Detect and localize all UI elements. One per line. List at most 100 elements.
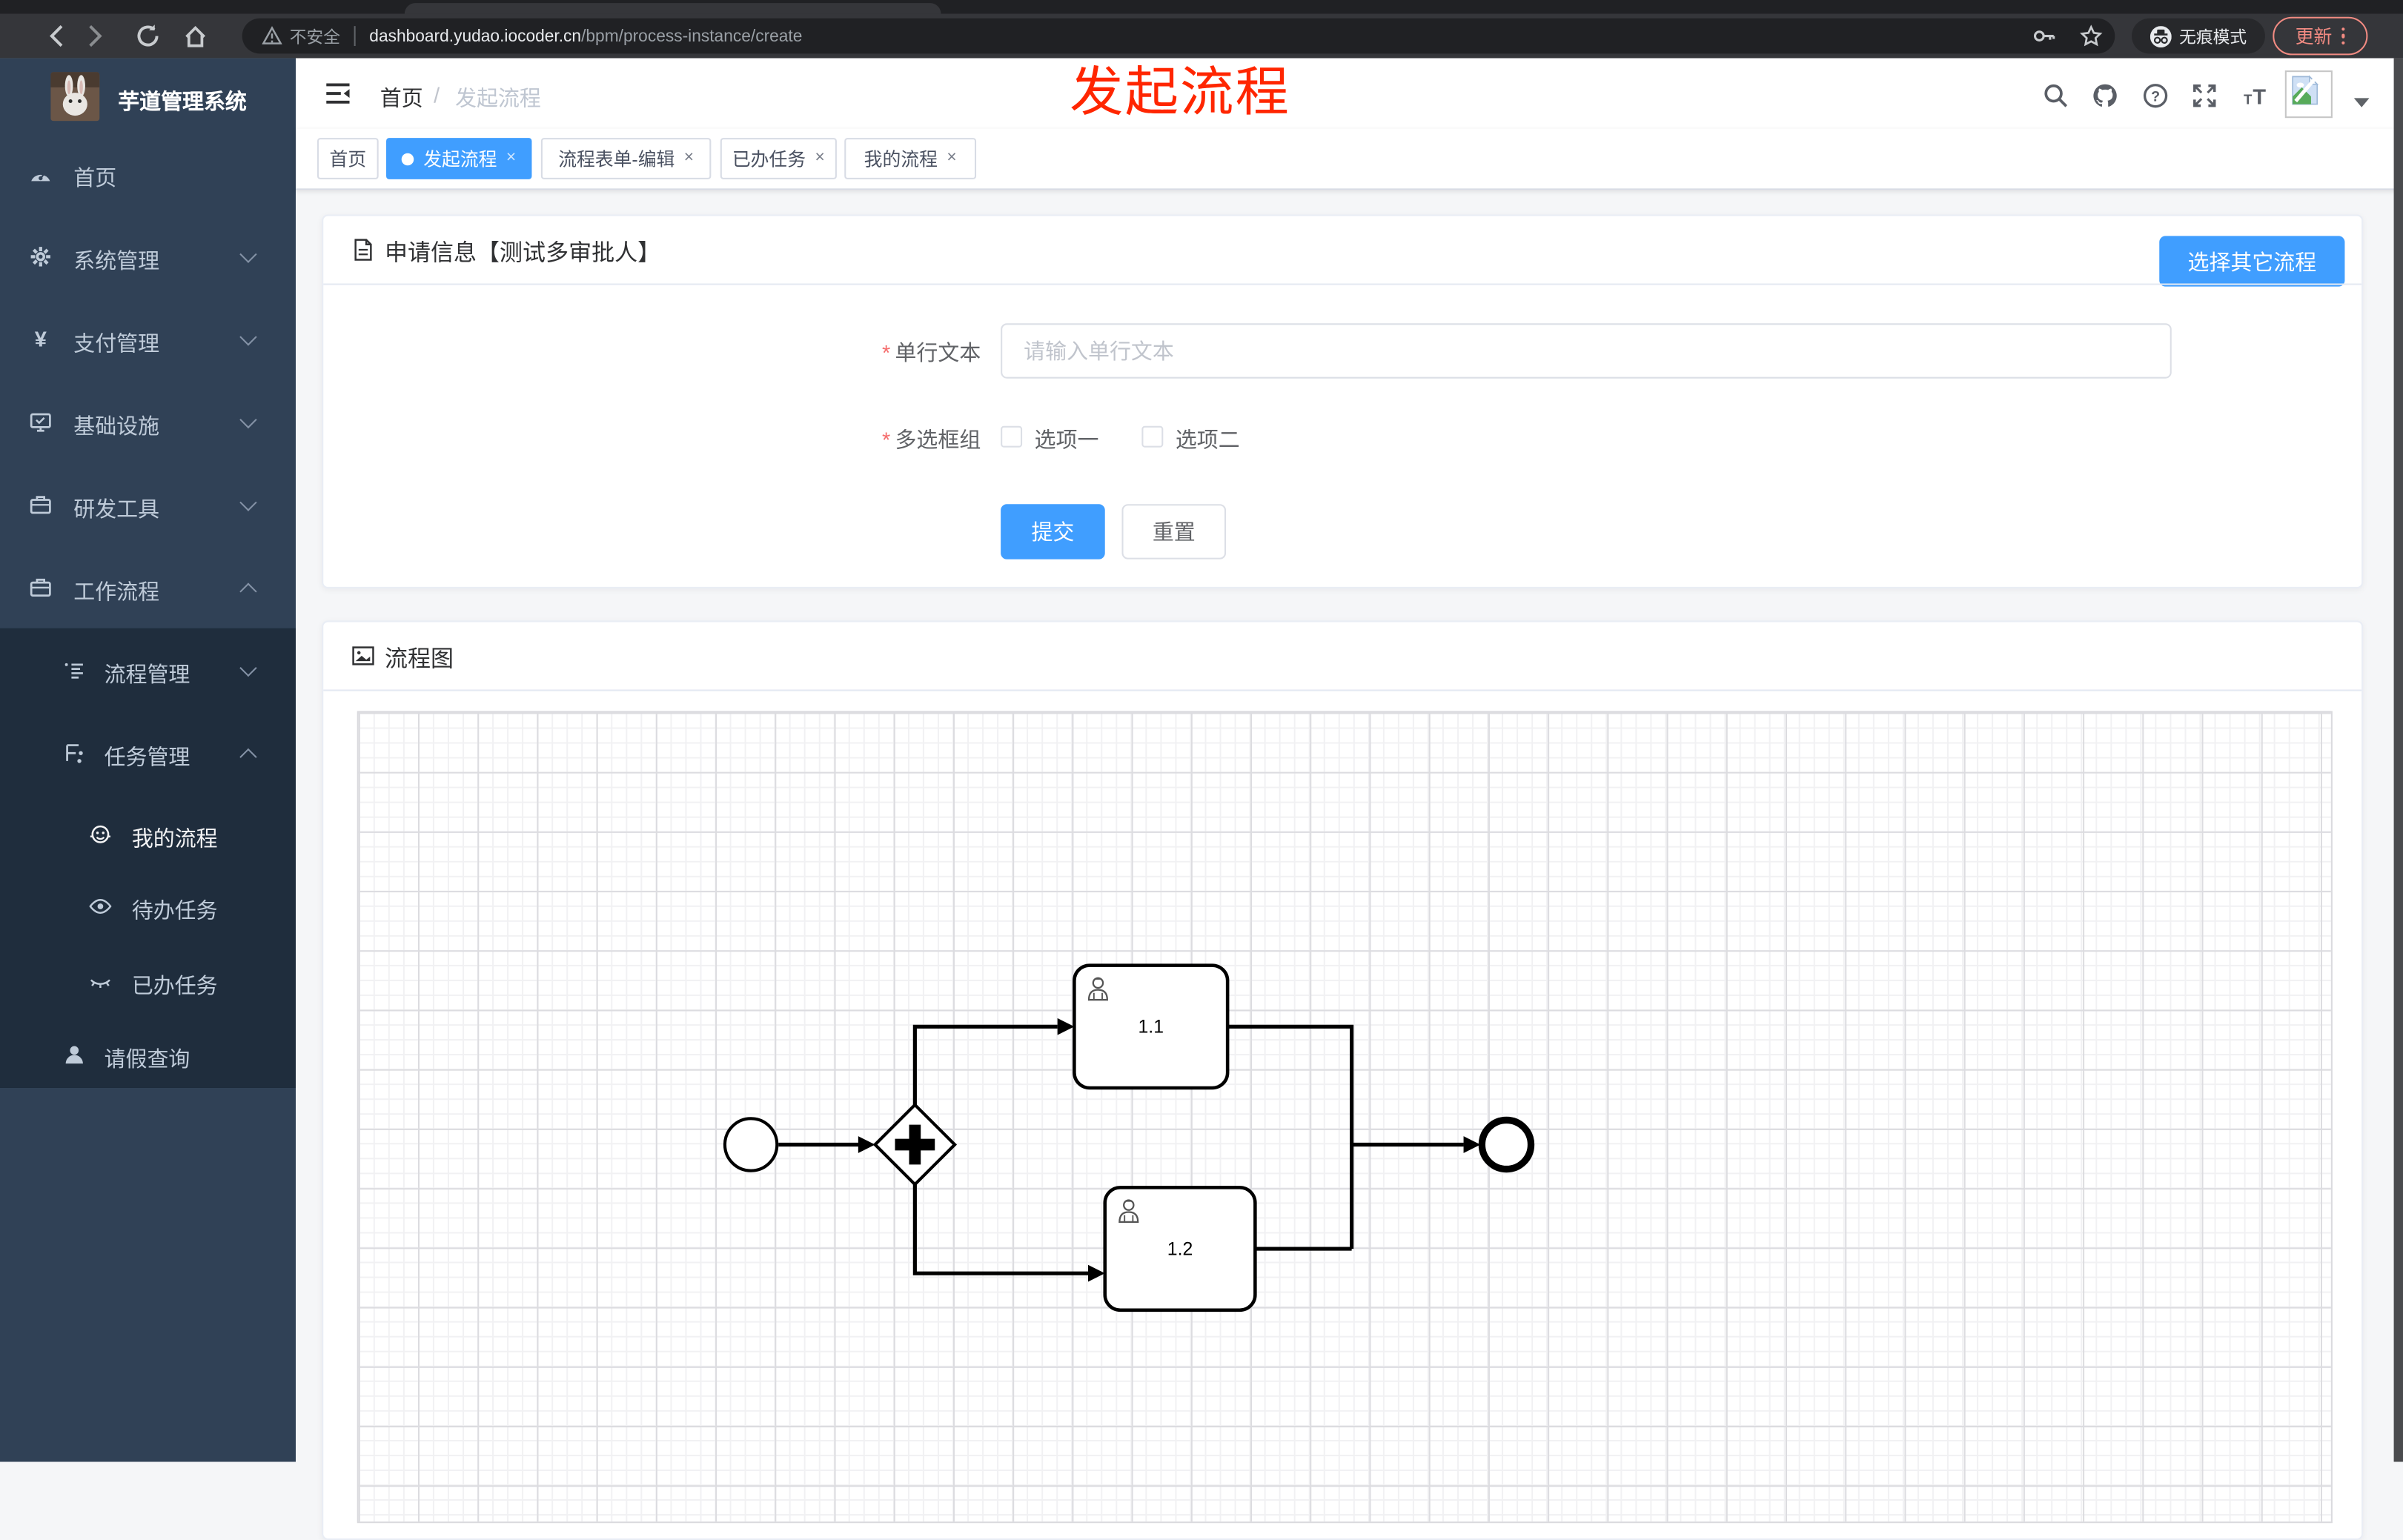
submit-button[interactable]: 提交 — [1001, 504, 1105, 560]
required-marker: * — [882, 427, 891, 452]
tab-home[interactable]: 首页 — [316, 138, 379, 179]
svg-text:?: ? — [2151, 88, 2160, 104]
flow-icon — [66, 744, 83, 763]
single-text-input[interactable] — [1001, 323, 2172, 379]
tab-close-icon[interactable]: × — [947, 150, 956, 167]
breadcrumb-separator: / — [434, 82, 440, 107]
sidebar-item-done-tasks[interactable]: 已办任务 — [0, 960, 296, 1003]
field-label-single-text: * 单行文本 — [882, 340, 981, 365]
submenu-background — [0, 628, 296, 1088]
tab-my-process[interactable]: 我的流程 × — [844, 138, 977, 179]
sidebar-item-my-process[interactable]: 我的流程 — [0, 814, 296, 857]
sidebar-item-todo-tasks[interactable]: 待办任务 — [0, 886, 296, 929]
yuan-icon: ¥ — [35, 328, 47, 351]
choose-other-process-button[interactable]: 选择其它流程 — [2159, 236, 2345, 287]
sidebar-item-infrastructure[interactable]: 基础设施 — [0, 402, 296, 445]
url-host: dashboard.yudao.iocoder.cn — [369, 27, 582, 45]
image-icon — [352, 646, 374, 666]
sidebar-item-label: 支付管理 — [73, 331, 160, 356]
card-title: 申请信息【测试多审批人】 — [384, 240, 661, 267]
chevron-down-icon — [239, 659, 257, 677]
bpmn-canvas[interactable]: 1.1 1.2 — [357, 711, 2333, 1524]
card-title: 流程图 — [384, 646, 454, 673]
avatar[interactable] — [2284, 70, 2333, 119]
sidebar-item-label: 我的流程 — [131, 826, 218, 851]
svg-text:T: T — [2244, 92, 2253, 107]
sidebar-item-task-mgmt[interactable]: 任务管理 — [0, 732, 296, 775]
breadcrumb-home[interactable]: 首页 — [380, 83, 423, 113]
sidebar-item-workflow[interactable]: 工作流程 — [0, 567, 296, 610]
update-button[interactable]: 更新 — [2273, 16, 2368, 56]
tab-done-tasks[interactable]: 已办任务 × — [720, 138, 837, 179]
fullscreen-icon[interactable] — [2192, 83, 2218, 109]
github-icon[interactable] — [2092, 83, 2118, 109]
sidebar-item-home[interactable]: 首页 — [0, 153, 296, 196]
process-diagram-card: 流程图 1.1 1.2 — [322, 620, 2364, 1540]
tab-launch-process[interactable]: 发起流程 × — [386, 138, 532, 179]
bpmn-end-event[interactable] — [1478, 1116, 1535, 1173]
home-icon[interactable] — [182, 23, 208, 49]
breadcrumb-current: 发起流程 — [455, 85, 541, 110]
sidebar-logo-row[interactable]: 芋道管理系统 — [0, 69, 296, 130]
list-icon — [64, 663, 83, 679]
sidebar-item-devtools[interactable]: 研发工具 — [0, 484, 296, 527]
sidebar-item-leave-query[interactable]: 请假查询 — [0, 1035, 296, 1078]
broken-image-icon — [2292, 75, 2319, 105]
incognito-icon — [2150, 25, 2172, 47]
user-icon — [65, 1046, 83, 1064]
eye-open-icon — [89, 899, 112, 914]
password-key-icon[interactable] — [2032, 24, 2055, 47]
bpmn-start-event[interactable] — [723, 1117, 779, 1172]
tab-close-icon[interactable]: × — [815, 150, 825, 167]
search-icon[interactable] — [2043, 83, 2069, 109]
help-icon[interactable]: ? — [2143, 83, 2169, 109]
sidebar-item-system[interactable]: 系统管理 — [0, 236, 296, 279]
back-icon[interactable] — [44, 23, 70, 49]
apply-info-card: 申请信息【测试多审批人】 选择其它流程 *单行文本 *多选框组 选项一 选项二 … — [322, 214, 2364, 588]
card-divider — [323, 689, 2362, 691]
briefcase-icon — [30, 578, 51, 597]
tab-label: 我的流程 — [864, 148, 938, 170]
chevron-up-icon — [239, 583, 257, 600]
checkbox-option-2[interactable] — [1141, 425, 1164, 448]
sidebar-item-label: 流程管理 — [104, 662, 190, 687]
task-label: 1.2 — [1167, 1239, 1193, 1259]
font-size-icon[interactable]: T T — [2241, 83, 2267, 109]
checkbox-option-1[interactable] — [1001, 425, 1023, 448]
reload-icon[interactable] — [135, 23, 161, 49]
sidebar-collapse-icon[interactable] — [325, 82, 351, 106]
chevron-down-icon — [239, 328, 257, 346]
warning-icon — [262, 26, 282, 44]
checkbox-label[interactable]: 选项二 — [1176, 425, 1240, 455]
avatar-caret-icon[interactable] — [2353, 98, 2370, 107]
sidebar-item-label: 已办任务 — [131, 972, 218, 998]
incognito-badge[interactable]: 无痕模式 — [2132, 18, 2265, 54]
tab-label: 已办任务 — [732, 148, 806, 170]
browser-menu-icon[interactable] — [2341, 27, 2345, 45]
sidebar-item-label: 请假查询 — [104, 1046, 190, 1072]
briefcase-icon — [30, 496, 51, 514]
tab-close-icon[interactable]: × — [506, 150, 516, 167]
monitor-icon — [30, 413, 51, 432]
browser-active-tab[interactable] — [404, 3, 941, 14]
screenshot-stage: 不安全 dashboard.yudao.iocoder.cn/bpm/proce… — [0, 0, 2403, 1540]
gear-icon — [30, 247, 50, 267]
sidebar-item-payment[interactable]: ¥ 支付管理 — [0, 319, 296, 362]
required-marker: * — [882, 340, 891, 365]
tab-process-form-edit[interactable]: 流程表单-编辑 × — [540, 138, 712, 179]
security-label[interactable]: 不安全 — [290, 24, 340, 48]
tab-close-icon[interactable]: × — [684, 150, 694, 167]
card-divider — [323, 283, 2362, 285]
sidebar-item-label: 工作流程 — [73, 579, 160, 604]
scrollbar[interactable] — [2393, 58, 2403, 1462]
sidebar-item-label: 任务管理 — [104, 744, 190, 769]
svg-text:¥: ¥ — [35, 328, 47, 351]
reset-button[interactable]: 重置 — [1121, 504, 1227, 560]
svg-text:T: T — [2253, 86, 2266, 109]
face-icon — [90, 825, 110, 843]
forward-icon[interactable] — [82, 23, 107, 49]
sidebar-item-label: 首页 — [73, 165, 117, 190]
checkbox-label[interactable]: 选项一 — [1035, 425, 1099, 455]
sidebar-item-process-mgmt[interactable]: 流程管理 — [0, 650, 296, 693]
bookmark-star-icon[interactable] — [2080, 24, 2103, 47]
